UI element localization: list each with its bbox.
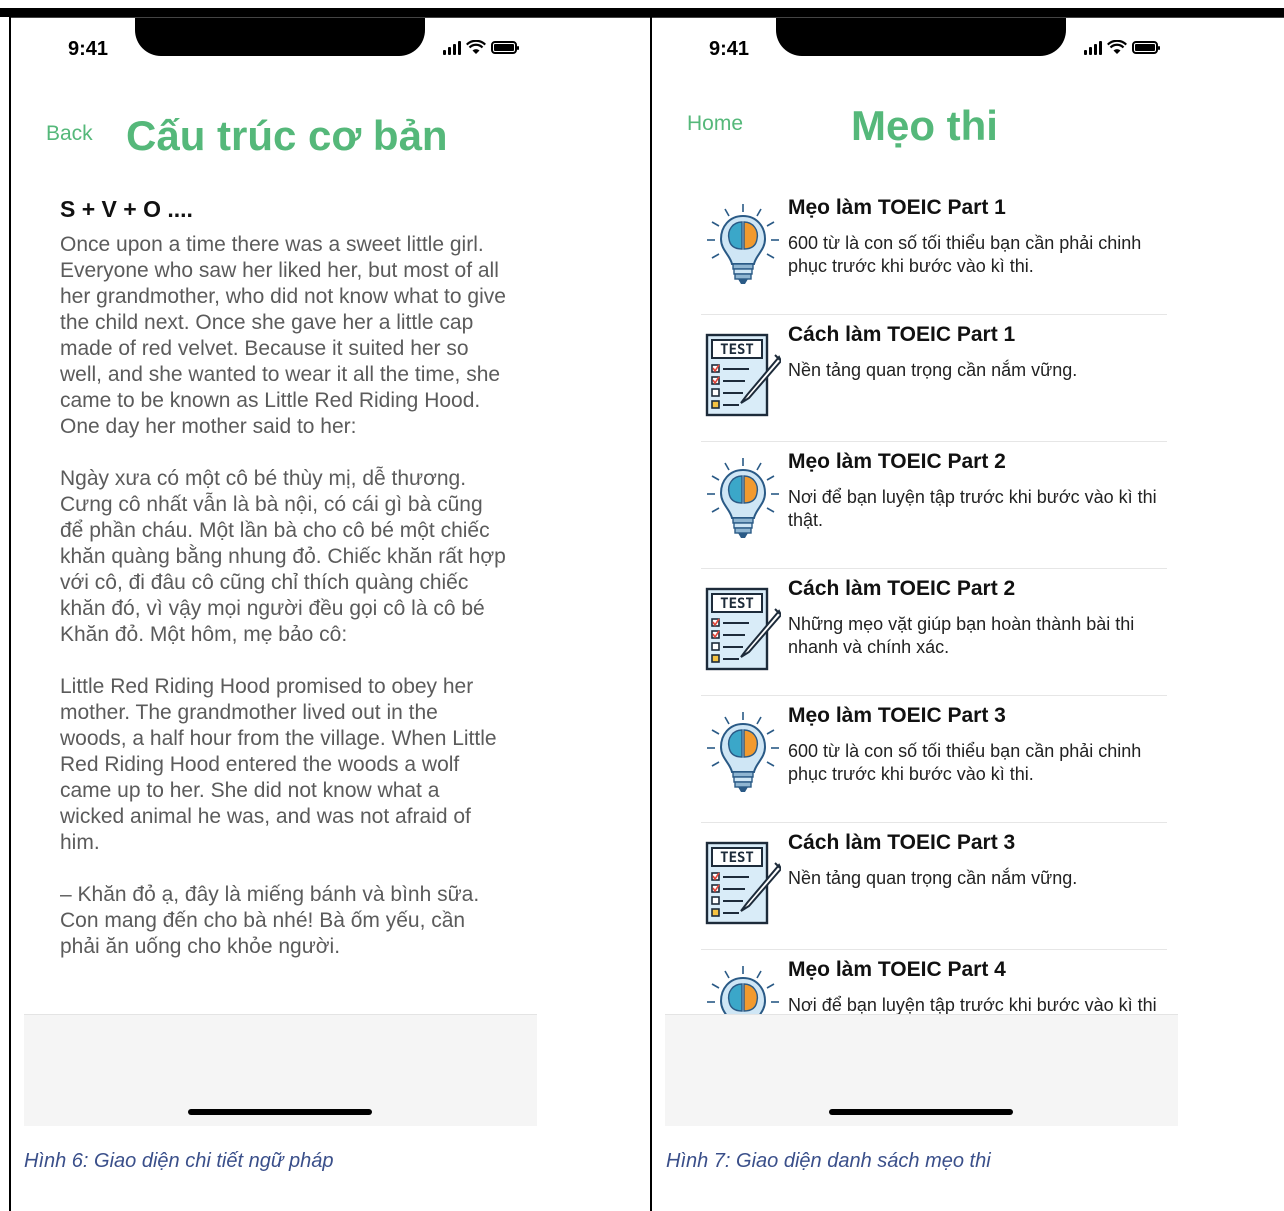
back-button[interactable]: Back <box>46 122 93 146</box>
home-button[interactable]: Home <box>687 112 743 136</box>
paragraph: Once upon a time there was a sweet littl… <box>60 233 506 438</box>
test-sheet-icon: TEST <box>705 837 781 927</box>
tip-list-item[interactable]: TEST Cách làm TOEIC Part 2 Những mẹo vặt g… <box>701 569 1167 696</box>
tip-description: Những mẹo vặt giúp bạn hoàn thành bài th… <box>788 614 1135 657</box>
tip-description: 600 từ là con số tối thiểu bạn cần phải … <box>788 741 1142 784</box>
tip-title: Cách làm TOEIC Part 1 <box>788 323 1016 346</box>
lightbulb-brain-icon <box>705 456 781 546</box>
tip-title: Mẹo làm TOEIC Part 3 <box>788 704 1006 727</box>
exam-tips-screen: 9:41 Home Mẹo thi Mẹo làm TOEIC Part 1 60… <box>665 18 1178 1126</box>
tip-title: Mẹo làm TOEIC Part 1 <box>788 196 1006 219</box>
tips-list: Mẹo làm TOEIC Part 1 600 từ là con số tối… <box>701 188 1167 1077</box>
lightbulb-brain-icon <box>705 710 781 800</box>
svg-text:TEST: TEST <box>720 342 754 358</box>
bottom-safe-area <box>24 1014 537 1126</box>
signal-icon <box>443 40 461 55</box>
battery-icon <box>491 41 519 54</box>
tip-description: Nền tảng quan trọng cần nắm vững. <box>788 360 1078 380</box>
phone-notch <box>776 18 1066 56</box>
tip-list-item[interactable]: TEST Cách làm TOEIC Part 3 Nền tảng quan t… <box>701 823 1167 950</box>
bottom-safe-area <box>665 1014 1178 1126</box>
status-time: 9:41 <box>68 38 109 60</box>
svg-text:TEST: TEST <box>720 850 754 866</box>
tip-title: Cách làm TOEIC Part 2 <box>788 577 1016 600</box>
status-icons <box>443 40 519 55</box>
grammar-detail-screen: 9:41 Back Cấu trúc cơ bản S + V + O ....… <box>24 18 537 1126</box>
phone-notch <box>135 18 425 56</box>
table-middle-rule <box>650 17 652 1211</box>
tip-list-item[interactable]: Mẹo làm TOEIC Part 2 Nơi để bạn luyện tập… <box>701 442 1167 569</box>
tip-list-item[interactable]: Mẹo làm TOEIC Part 3 600 từ là con số tối… <box>701 696 1167 823</box>
paragraph: Little Red Riding Hood promised to obey … <box>60 675 497 854</box>
paragraph: – Khăn đỏ ạ, đây là miếng bánh và bình s… <box>60 883 480 958</box>
battery-icon <box>1132 41 1160 54</box>
wifi-icon <box>466 40 486 54</box>
tip-description: 600 từ là con số tối thiểu bạn cần phải … <box>788 233 1142 276</box>
grammar-example-text: Once upon a time there was a sweet littl… <box>60 232 508 986</box>
tip-list-item[interactable]: Mẹo làm TOEIC Part 1 600 từ là con số tối… <box>701 188 1167 315</box>
tip-list-item[interactable]: TEST Cách làm TOEIC Part 1 Nền tảng quan t… <box>701 315 1167 442</box>
status-icons <box>1084 40 1160 55</box>
home-indicator[interactable] <box>188 1109 372 1115</box>
tip-description: Nơi để bạn luyện tập trước khi bước vào … <box>788 487 1157 530</box>
signal-icon <box>1084 40 1102 55</box>
svg-text:TEST: TEST <box>720 596 754 612</box>
wifi-icon <box>1107 40 1127 54</box>
grammar-formula: S + V + O .... <box>60 196 193 222</box>
test-sheet-icon: TEST <box>705 329 781 419</box>
page-title: Mẹo thi <box>851 102 998 149</box>
test-sheet-icon: TEST <box>705 583 781 673</box>
table-left-rule <box>9 17 11 1211</box>
lightbulb-brain-icon <box>705 202 781 292</box>
tip-title: Mẹo làm TOEIC Part 2 <box>788 450 1006 473</box>
tip-title: Cách làm TOEIC Part 3 <box>788 831 1016 854</box>
page-title: Cấu trúc cơ bản <box>126 112 448 159</box>
home-indicator[interactable] <box>829 1109 1013 1115</box>
status-time: 9:41 <box>709 38 750 60</box>
figure-caption: Hình 6: Giao diện chi tiết ngữ pháp <box>24 1150 334 1172</box>
tip-title: Mẹo làm TOEIC Part 4 <box>788 958 1006 981</box>
tip-description: Nền tảng quan trọng cần nắm vững. <box>788 868 1078 888</box>
document-top-border <box>0 8 1284 17</box>
paragraph: Ngày xưa có một cô bé thùy mị, dễ thương… <box>60 467 506 646</box>
figure-caption: Hình 7: Giao diện danh sách mẹo thi <box>666 1150 991 1172</box>
